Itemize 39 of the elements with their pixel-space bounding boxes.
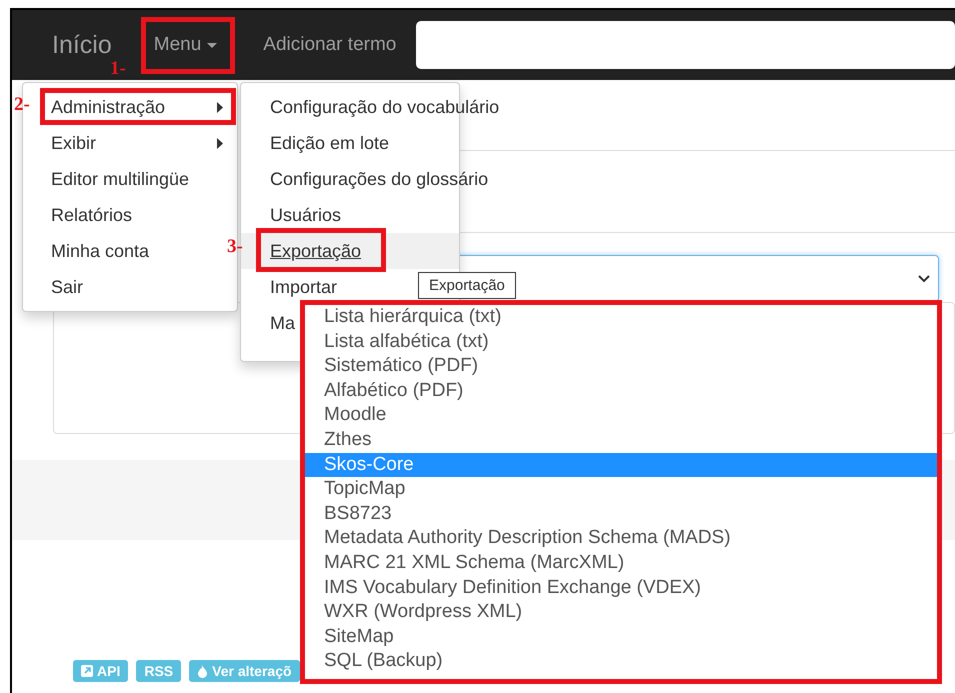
caret-icon [207, 42, 218, 48]
step-number: 1- [110, 58, 126, 80]
submenu-item[interactable]: Importar [241, 269, 346, 305]
format-option[interactable]: WXR (Wordpress XML) [305, 600, 937, 625]
format-option[interactable]: TopicMap [305, 477, 937, 502]
format-option[interactable]: Alfabético (PDF) [305, 378, 937, 404]
menu-item[interactable]: Relatórios [51, 197, 223, 233]
chevron-down-icon [918, 275, 930, 283]
format-option[interactable]: SQL (Backup) [305, 649, 937, 674]
step-number: 2- [14, 94, 30, 116]
submenu-item[interactable]: Edição em lote [241, 125, 398, 161]
format-option[interactable]: Lista hierárquica (txt) [305, 305, 937, 330]
menu-item[interactable]: Sair [51, 269, 223, 305]
menu-item[interactable]: Administração [51, 89, 223, 125]
format-option[interactable]: Lista alfabética (txt) [305, 330, 937, 354]
format-option[interactable]: MARC 21 XML Schema (MarcXML) [305, 550, 937, 576]
format-option[interactable]: Moodle [305, 403, 937, 428]
format-option[interactable]: Zthes [305, 428, 937, 453]
submenu-item[interactable]: Ma [241, 305, 304, 341]
menu-item[interactable]: Exibir [51, 125, 223, 161]
search-field[interactable] [416, 21, 955, 69]
submenu-item[interactable]: Usuários [241, 197, 350, 233]
add-term-link[interactable]: Adicionar termo [263, 34, 396, 56]
home-link[interactable]: Início [52, 30, 112, 60]
format-option[interactable]: IMS Vocabulary Definition Exchange (VDEX) [305, 576, 937, 600]
submenu-item[interactable]: Exportação [241, 233, 459, 269]
format-option[interactable]: BS8723 [305, 502, 937, 526]
submenu-item[interactable]: Configurações do glossário [241, 161, 496, 197]
menu-dropdown-toggle[interactable]: Menu [154, 34, 218, 56]
menu-item[interactable]: Editor multilingüe [51, 161, 223, 197]
submenu-item[interactable]: Configuração do vocabulário [241, 89, 508, 125]
format-option[interactable]: SiteMap [305, 624, 937, 650]
format-option[interactable]: Metadata Authority Description Schema (MADS) [305, 526, 937, 551]
external-link-icon [81, 665, 93, 677]
menu-item[interactable]: Minha conta [51, 233, 223, 269]
flame-icon [197, 664, 208, 678]
format-option[interactable]: Sistemático (PDF) [305, 354, 937, 379]
step-number: 3- [227, 236, 243, 258]
tooltip: Exportação [418, 272, 516, 299]
